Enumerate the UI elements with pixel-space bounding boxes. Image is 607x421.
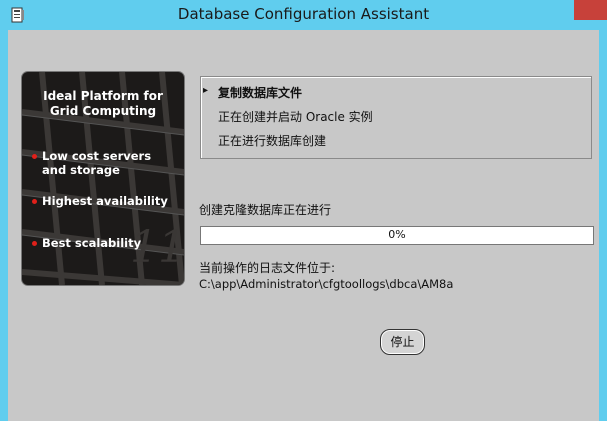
banner-title: Ideal Platform for Grid Computing (22, 89, 184, 119)
banner-title-line2: Grid Computing (49, 104, 157, 118)
step-copy-files: ▸ 复制数据库文件 (203, 84, 303, 101)
bullet-availability-label: Highest availability (42, 194, 168, 208)
window-title: Database Configuration Assistant (177, 5, 430, 23)
bullet-dot-icon (32, 241, 37, 246)
progress-caption: 创建克隆数据库正在进行 (199, 203, 332, 217)
current-step-arrow-icon: ▸ (203, 85, 209, 96)
bullet-availability: Highest availability (32, 194, 168, 208)
oracle-banner: Ideal Platform for Grid Computing Low co… (21, 71, 185, 286)
client-area: Ideal Platform for Grid Computing Low co… (8, 30, 599, 421)
log-file-label: 当前操作的日志文件位于: (199, 261, 336, 275)
oracle-11g-logo: 11g (130, 222, 185, 273)
logo-number: 11 (130, 222, 185, 273)
log-file-path: C:\app\Administrator\cfgtoollogs\dbca\AM… (199, 277, 454, 291)
bullet-scalability-label: Best scalability (42, 236, 142, 250)
banner-title-line1: Ideal Platform for (43, 89, 163, 103)
bullet-scalability: Best scalability (32, 236, 142, 250)
bullet-low-cost-line1: Low cost servers (42, 149, 152, 163)
bullet-low-cost: Low cost servers and storage (32, 149, 152, 177)
step-copy-files-label: 复制数据库文件 (218, 86, 303, 100)
title-bar[interactable]: Database Configuration Assistant (0, 0, 607, 30)
stop-button[interactable]: 停止 (380, 329, 425, 355)
dbca-window: Database Configuration Assistant Ideal P… (0, 0, 607, 421)
bullet-dot-icon (32, 199, 37, 204)
bullet-low-cost-line2: and storage (42, 163, 120, 177)
bullet-dot-icon (32, 154, 37, 159)
progress-percent: 0% (388, 228, 406, 241)
progress-bar: 0% (200, 226, 594, 245)
step-create-instance: 正在创建并启动 Oracle 实例 (218, 110, 373, 124)
step-create-database: 正在进行数据库创建 (218, 134, 327, 148)
close-button[interactable] (574, 0, 607, 20)
steps-panel: ▸ 复制数据库文件 正在创建并启动 Oracle 实例 正在进行数据库创建 (200, 76, 592, 159)
